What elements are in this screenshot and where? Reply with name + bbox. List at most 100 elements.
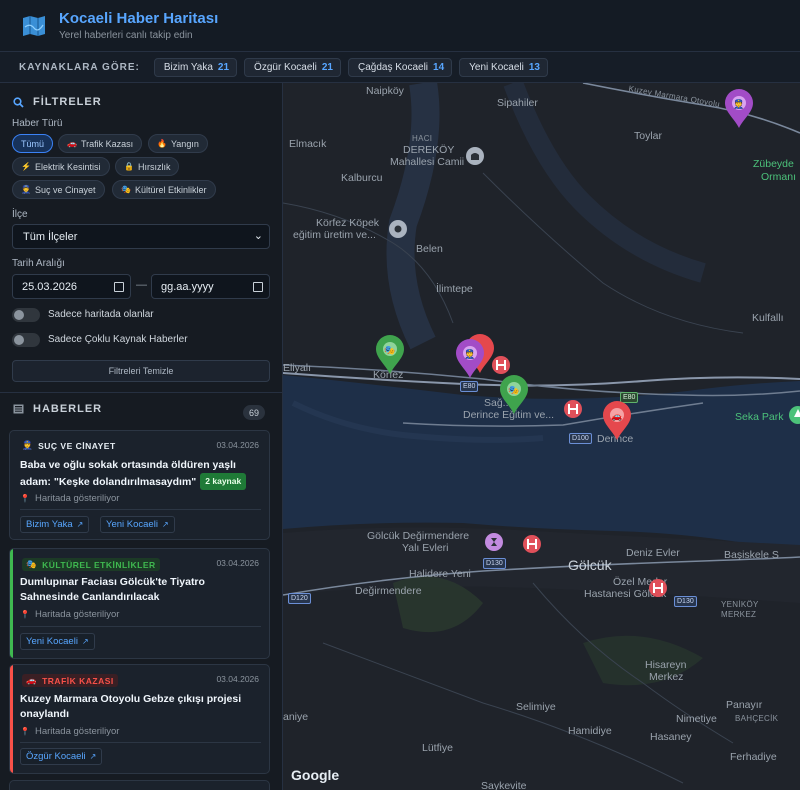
type-chip-traffic[interactable]: 🚗 Trafik Kazası: [58, 134, 143, 153]
district-select[interactable]: Tüm İlçeler ⌄: [12, 224, 270, 249]
section-divider: [0, 392, 282, 393]
svg-text:🚗: 🚗: [611, 411, 622, 421]
date-separator: —: [136, 279, 147, 291]
link-label: Yeni Kocaeli: [26, 636, 78, 647]
toggle-multi-source[interactable]: [12, 333, 40, 347]
source-link-yeni-kocaeli[interactable]: Yeni Kocaeli ↗: [100, 516, 175, 533]
source-link-yeni-kocaeli[interactable]: Yeni Kocaeli ↗: [20, 633, 95, 650]
landmark-poi-icon: [485, 533, 503, 551]
link-label: Yeni Kocaeli: [106, 519, 158, 530]
app-subtitle: Yerel haberleri canlı takip edin: [59, 30, 193, 41]
location-text: Haritada gösteriliyor: [34, 609, 120, 620]
external-link-icon: ↗: [81, 637, 89, 646]
chevron-down-icon: ⌄: [253, 230, 263, 242]
police-icon: 👮: [22, 440, 34, 450]
type-chip-power[interactable]: ⚡ Elektrik Kesintisi: [12, 157, 110, 176]
type-chip-all[interactable]: Tümü: [12, 134, 54, 153]
map-label-nimetiye: Nimetiye: [676, 713, 717, 725]
map-pin-icon: 📍: [20, 610, 30, 619]
police-icon: 👮: [21, 185, 31, 194]
map-label-basiskele: Başiskele S: [724, 549, 779, 561]
news-location: 📍 Haritada gösteriliyor: [20, 609, 119, 620]
source-chip-yeni-kocaeli[interactable]: Yeni Kocaeli 13: [459, 57, 548, 77]
fire-icon: 🔥: [157, 139, 167, 148]
map-label-lutfiye: Lütfiye: [422, 742, 453, 754]
source-name: Özgür Kocaeli: [254, 61, 317, 73]
source-chip-ozgur-kocaeli[interactable]: Özgür Kocaeli 21: [244, 57, 341, 77]
car-icon: 🚗: [26, 675, 38, 685]
chip-label: Kültürel Etkinlikler: [134, 184, 207, 195]
type-chip-theft[interactable]: 🔒 Hırsızlık: [115, 157, 180, 176]
culture-news-marker[interactable]: 🎭: [374, 335, 406, 375]
map-label-saykevite: Saykevite: [481, 780, 527, 790]
road-shield-d130: D130: [674, 596, 697, 607]
news-location: 📍 Haritada gösteriliyor: [20, 493, 119, 504]
map-pin-icon: 📍: [20, 494, 30, 503]
location-text: Haritada gösteriliyor: [34, 726, 120, 737]
lightning-icon: ⚡: [21, 162, 31, 171]
news-card[interactable]: [9, 780, 270, 790]
date-from-value: 25.03.2026: [22, 280, 78, 293]
source-link-bizim-yaka[interactable]: Bizim Yaka ↗: [20, 516, 90, 533]
card-divider: [20, 509, 261, 510]
lock-icon: 🔒: [124, 162, 134, 171]
news-card[interactable]: 🎭 KÜLTÜREL ETKİNLİKLER 03.04.2026 Dumlupı…: [9, 548, 270, 659]
source-link-ozgur-kocaeli[interactable]: Özgür Kocaeli ↗: [20, 748, 103, 765]
sidebar: FİLTRELER Haber Türü Tümü 🚗 Trafik Kazası…: [0, 83, 283, 790]
map-label-selimiye: Selimiye: [516, 701, 556, 713]
google-attribution: Google: [291, 767, 340, 783]
source-name: Bizim Yaka: [163, 61, 213, 73]
toggle-map-only[interactable]: [12, 308, 40, 322]
toggle-map-only-label: Sadece haritada olanlar: [48, 309, 154, 320]
date-from-input[interactable]: 25.03.2026: [12, 274, 131, 299]
date-to-input[interactable]: gg.aa.yyyy: [151, 274, 270, 299]
category-label: TRAFİK KAZASI: [42, 675, 114, 686]
map-label-ormani: Ormanı: [761, 171, 797, 183]
sources-bar: KAYNAKLARA GÖRE: Bizim Yaka 21 Özgür Koca…: [0, 52, 800, 83]
map-label-bahcecik: BAHÇECİK: [735, 714, 779, 723]
map-label-halidere: Halidere Yeni: [409, 568, 471, 580]
map-label-toylar: Toylar: [634, 130, 663, 142]
map-pin-icon: 📍: [20, 727, 30, 736]
source-count: 21: [321, 61, 333, 73]
map-view[interactable]: Naipköy Sipahiler Kuzey Marmara Otoyolu …: [283, 83, 800, 790]
toggle-multi-source-label: Sadece Çoklu Kaynak Haberler: [48, 334, 188, 345]
poi-icon: [389, 220, 407, 238]
crime-news-marker[interactable]: 👮: [723, 89, 755, 129]
map-label-hamidiye: Hamidiye: [568, 725, 612, 737]
app-title: Kocaeli Haber Haritası: [59, 10, 219, 27]
news-category: 👮 SUÇ VE CİNAYET: [22, 440, 116, 451]
news-card[interactable]: 🚗 TRAFİK KAZASI 03.04.2026 Kuzey Marmara …: [9, 664, 270, 774]
traffic-news-marker[interactable]: 🚗: [601, 401, 633, 441]
source-count-badge: 2 kaynak: [200, 473, 247, 490]
category-color-bar: [10, 665, 13, 773]
culture-news-marker[interactable]: 🎭: [498, 375, 530, 415]
map-label-seka-park: Seka Park: [735, 411, 784, 423]
clear-filters-button[interactable]: Filtreleri Temizle: [12, 360, 270, 382]
news-count-badge: 69: [243, 405, 266, 420]
news-card[interactable]: 👮 SUÇ VE CİNAYET 03.04.2026 Baba ve oğlu …: [9, 430, 270, 540]
source-chip-cagdas-kocaeli[interactable]: Çağdaş Kocaeli 14: [347, 57, 453, 77]
link-label: Bizim Yaka: [26, 519, 73, 530]
map-label-mahallesi-camii: Mahallesi Camii: [390, 156, 465, 168]
theater-icon: 🎭: [121, 185, 131, 194]
source-chip-bizim-yaka[interactable]: Bizim Yaka 21: [153, 57, 238, 77]
type-chip-fire[interactable]: 🔥 Yangın: [148, 134, 208, 153]
map-label-naipkoy: Naipköy: [366, 85, 404, 97]
map-label-derekoy: DEREKÖY: [403, 144, 455, 156]
chip-label: Tümü: [21, 138, 45, 149]
location-text: Haritada gösteriliyor: [34, 493, 120, 504]
type-chip-crime[interactable]: 👮 Suç ve Cinayet: [12, 180, 105, 199]
map-label-hisareyn-merkez: Merkez: [649, 671, 684, 683]
news-location: 📍 Haritada gösteriliyor: [20, 726, 119, 737]
type-chip-culture[interactable]: 🎭 Kültürel Etkinlikler: [112, 180, 216, 199]
park-poi-icon: [789, 406, 800, 424]
news-title: Baba ve oğlu sokak ortasında öldüren yaş…: [20, 458, 260, 490]
crime-news-marker[interactable]: 👮: [454, 339, 486, 379]
road-shield-d100: D100: [569, 433, 592, 444]
hospital-icon: [564, 400, 582, 418]
date-range-label: Tarih Aralığı: [12, 258, 65, 269]
map-label-ferhadiye: Ferhadiye: [730, 751, 777, 763]
map-label-kulfalli: Kulfallı: [752, 312, 784, 324]
folded-map-icon: [23, 15, 45, 36]
